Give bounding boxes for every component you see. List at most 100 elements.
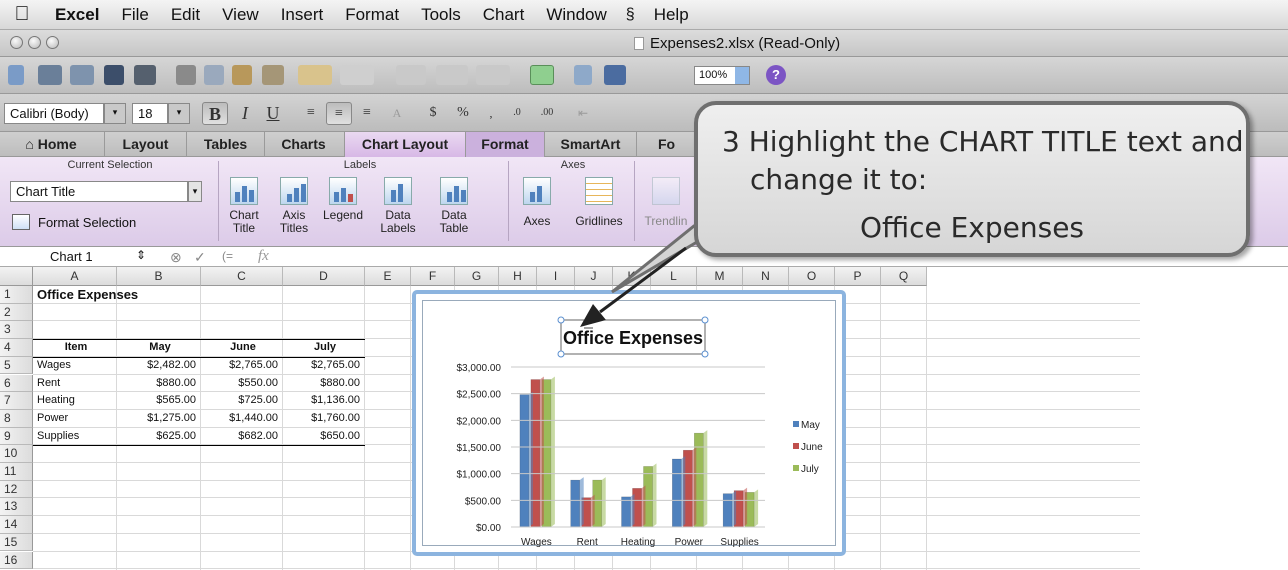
undo-icon[interactable]	[298, 65, 332, 85]
cell-header[interactable]: May	[121, 339, 199, 356]
align-left-icon[interactable]: ≡	[298, 102, 324, 125]
column-header[interactable]: I	[537, 267, 575, 286]
axis-titles-button[interactable]: Axis Titles	[274, 177, 314, 235]
column-header[interactable]: C	[201, 267, 283, 286]
tab-chart-layout[interactable]: Chart Layout	[344, 132, 466, 157]
copy-icon[interactable]	[204, 65, 224, 85]
save-icon[interactable]	[104, 65, 124, 85]
column-header[interactable]: M	[697, 267, 743, 286]
new-document-icon[interactable]	[8, 65, 24, 85]
filter-icon[interactable]	[476, 65, 510, 85]
trendline-button[interactable]: Trendlin	[638, 177, 694, 228]
gridlines-button[interactable]: Gridlines	[568, 177, 630, 228]
cell-amount[interactable]: $1,136.00	[287, 392, 363, 409]
column-header[interactable]: B	[117, 267, 201, 286]
column-header[interactable]: J	[575, 267, 613, 286]
align-center-icon[interactable]: ≡	[326, 102, 352, 125]
menu-help[interactable]: Help	[643, 5, 700, 25]
row-header[interactable]: 9	[0, 427, 33, 446]
cell-amount[interactable]: $625.00	[121, 428, 199, 445]
select-all-corner[interactable]	[0, 267, 33, 286]
cell-amount[interactable]: $682.00	[205, 428, 281, 445]
confirm-entry-icon[interactable]: ✓	[194, 249, 206, 266]
row-header[interactable]: 1	[0, 286, 33, 304]
cell-amount[interactable]: $725.00	[205, 392, 281, 409]
cell-amount[interactable]: $565.00	[121, 392, 199, 409]
sort-icon[interactable]	[436, 65, 468, 85]
format-painter-icon[interactable]	[262, 65, 284, 85]
cell-item[interactable]: Heating	[37, 392, 115, 409]
underline-button[interactable]: U	[260, 102, 286, 125]
wrap-text-icon[interactable]: A	[384, 102, 410, 125]
cell-item[interactable]: Power	[37, 410, 115, 427]
menu-insert[interactable]: Insert	[270, 5, 335, 25]
cell-header[interactable]: Item	[37, 339, 115, 356]
cell-sheet-title[interactable]: Office Expenses	[37, 286, 197, 303]
redo-icon[interactable]	[340, 65, 374, 85]
column-header[interactable]: K	[613, 267, 651, 286]
column-header[interactable]: L	[651, 267, 697, 286]
italic-button[interactable]: I	[232, 102, 258, 125]
row-header[interactable]: 13	[0, 498, 33, 517]
row-header[interactable]: 4	[0, 339, 33, 357]
cell-amount[interactable]: $650.00	[287, 428, 363, 445]
title-resize-handle[interactable]	[701, 316, 709, 324]
media-browser-icon[interactable]	[604, 65, 626, 85]
row-header[interactable]: 3	[0, 321, 33, 340]
cancel-entry-icon[interactable]: ⊗	[170, 249, 182, 266]
name-box-stepper-icon[interactable]: ⇕	[136, 248, 146, 262]
script-menu-icon[interactable]: §	[618, 6, 643, 24]
column-header[interactable]: D	[283, 267, 365, 286]
title-resize-handle[interactable]	[557, 316, 565, 324]
minimize-window-button[interactable]	[28, 36, 41, 49]
row-header[interactable]: 16	[0, 551, 33, 570]
data-labels-button[interactable]: Data Labels	[376, 177, 420, 235]
comma-style-icon[interactable]: ,	[478, 102, 504, 125]
toolbox-icon[interactable]	[574, 65, 592, 85]
legend-button[interactable]: Legend	[318, 177, 368, 222]
tab-formulas[interactable]: Fo	[636, 132, 696, 157]
chart-object[interactable]: July June May Supplies Power Heating Rent Wages…	[412, 290, 846, 556]
paste-icon[interactable]	[232, 65, 252, 85]
cell-header[interactable]: July	[287, 339, 363, 356]
font-size-field[interactable]: 18	[132, 103, 168, 124]
cell-amount[interactable]: $1,275.00	[121, 410, 199, 427]
menu-file[interactable]: File	[110, 5, 159, 25]
row-header[interactable]: 11	[0, 463, 33, 481]
column-header[interactable]: Q	[881, 267, 927, 286]
font-size-dropdown-icon[interactable]: ▾	[168, 103, 190, 124]
cut-icon[interactable]	[176, 65, 196, 85]
menu-edit[interactable]: Edit	[160, 5, 211, 25]
currency-icon[interactable]: $	[420, 102, 446, 125]
row-header[interactable]: 8	[0, 409, 33, 428]
row-header[interactable]: 12	[0, 480, 33, 499]
cell-amount[interactable]: $2,482.00	[121, 357, 199, 374]
font-dropdown-icon[interactable]: ▾	[104, 103, 126, 124]
format-selection-button[interactable]: Format Selection	[12, 214, 136, 230]
tab-home[interactable]: ⌂ Home	[14, 132, 88, 157]
row-header[interactable]: 7	[0, 392, 33, 410]
current-selection-dropdown-icon[interactable]: ▾	[188, 181, 202, 202]
percent-icon[interactable]: %	[450, 102, 476, 125]
font-name-field[interactable]: Calibri (Body)	[4, 103, 104, 124]
data-table-button[interactable]: Data Table	[432, 177, 476, 235]
menu-app[interactable]: Excel	[44, 5, 110, 25]
row-header[interactable]: 6	[0, 374, 33, 393]
chart-title-button[interactable]: Chart Title	[224, 177, 264, 235]
autosum-icon[interactable]	[396, 65, 426, 85]
apple-menu-icon[interactable]: 	[0, 3, 44, 26]
cell-amount[interactable]: $880.00	[287, 375, 363, 392]
help-button[interactable]: ?	[766, 65, 786, 85]
open-icon[interactable]	[70, 65, 94, 85]
formula-builder-icon[interactable]	[530, 65, 554, 85]
zoom-window-button[interactable]	[46, 36, 59, 49]
row-header[interactable]: 10	[0, 445, 33, 463]
increase-decimal-icon[interactable]: .0	[504, 102, 530, 125]
cell-item[interactable]: Wages	[37, 357, 115, 374]
menu-chart[interactable]: Chart	[472, 5, 536, 25]
column-header[interactable]: G	[455, 267, 499, 286]
cell-amount[interactable]: $880.00	[121, 375, 199, 392]
chart-area[interactable]: July June May Supplies Power Heating Rent Wages…	[422, 300, 836, 548]
current-selection-select[interactable]: Chart Title	[10, 181, 188, 202]
menu-tools[interactable]: Tools	[410, 5, 472, 25]
